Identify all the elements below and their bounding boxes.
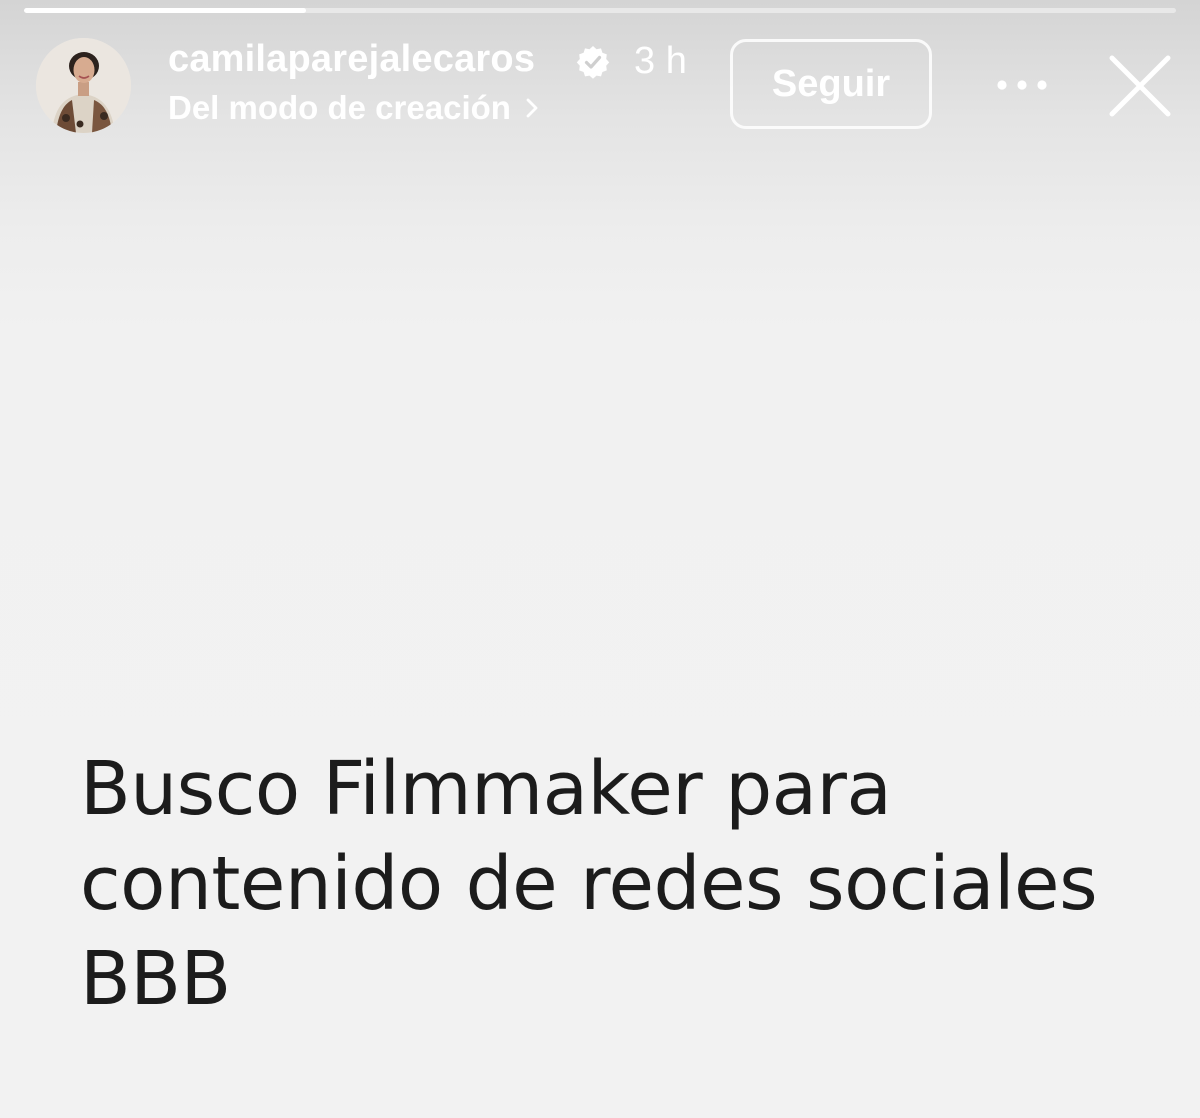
creation-mode-label: Del modo de creación xyxy=(168,89,511,126)
story-text-line: contenido de redes sociales xyxy=(80,841,1098,927)
story-text-line: Busco Filmmaker para xyxy=(80,746,892,832)
avatar-image xyxy=(36,38,131,133)
creation-mode-link[interactable]: Del modo de creación xyxy=(168,89,543,127)
story-text: Busco Filmmaker para contenido de redes … xyxy=(80,742,1160,1027)
story-timestamp: 3 h xyxy=(634,40,687,82)
story-progress-fill xyxy=(24,8,307,13)
story-text-line: BBB xyxy=(80,936,231,1022)
close-icon[interactable] xyxy=(1108,54,1172,118)
verified-badge-icon xyxy=(576,46,610,79)
more-horizontal-icon[interactable] xyxy=(992,70,1052,100)
username[interactable]: camilaparejalecaros xyxy=(168,38,535,81)
chevron-right-icon xyxy=(526,98,538,118)
follow-button[interactable]: Seguir xyxy=(730,39,932,129)
story-view[interactable]: camilaparejalecaros 3 h Del modo de crea… xyxy=(0,0,1200,1118)
avatar[interactable] xyxy=(36,38,131,133)
story-progress-bar xyxy=(24,8,1176,13)
